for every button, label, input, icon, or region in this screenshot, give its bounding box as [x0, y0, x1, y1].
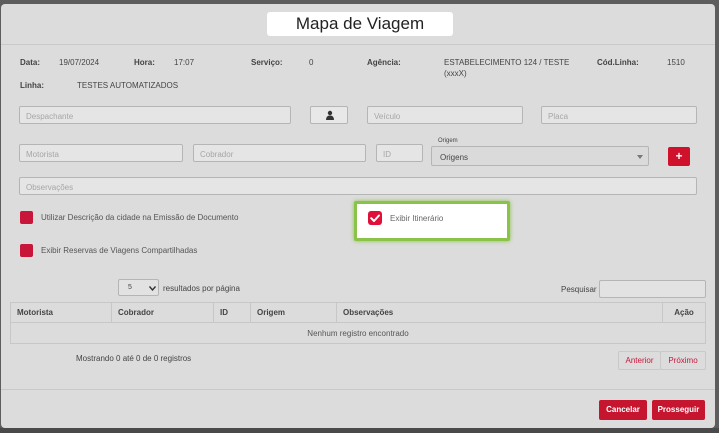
utilizar-descricao-label: Utilizar Descrição da cidade na Emissão … — [41, 213, 239, 222]
modal-title: Mapa de Viagem — [267, 12, 453, 36]
hora-value: 17:07 — [174, 58, 195, 67]
despachante-input[interactable]: Despachante — [19, 106, 291, 124]
column-header-origem[interactable]: Origem — [250, 302, 337, 323]
servico-value: 0 — [309, 58, 314, 67]
data-label: Data: — [20, 58, 41, 67]
page-size-value: 5 — [128, 284, 132, 291]
records-table: Motorista Cobrador ID Origem Observações… — [10, 302, 706, 344]
veiculo-input[interactable]: Veículo — [367, 106, 523, 124]
cancel-button[interactable]: Cancelar — [599, 400, 647, 420]
column-header-acao[interactable]: Ação — [662, 302, 706, 323]
placa-input[interactable]: Placa — [541, 106, 697, 124]
search-input[interactable] — [599, 280, 706, 298]
checkmark-icon — [370, 214, 380, 222]
linha-value: TESTES AUTOMATIZADOS — [77, 81, 179, 90]
per-page-label: resultados por página — [163, 284, 240, 293]
caret-down-icon — [637, 155, 643, 159]
column-header-motorista[interactable]: Motorista — [10, 302, 112, 323]
person-button[interactable] — [310, 106, 348, 124]
servico-label: Serviço: — [251, 58, 283, 67]
search-label: Pesquisar — [561, 285, 597, 294]
background-page-strip — [0, 428, 719, 433]
agencia-label: Agência: — [367, 58, 401, 67]
column-header-cobrador[interactable]: Cobrador — [111, 302, 214, 323]
exibir-reservas-checkbox[interactable] — [20, 244, 33, 257]
page-size-select[interactable]: 5 — [118, 279, 159, 296]
modal-dialog: Mapa de Viagem Data: 19/07/2024 Hora: 17… — [1, 4, 715, 428]
column-header-id[interactable]: ID — [213, 302, 251, 323]
title-divider — [1, 44, 715, 45]
next-page-button[interactable]: Próximo — [660, 351, 706, 370]
origem-selected-value: Origens — [440, 153, 469, 162]
person-icon — [326, 110, 334, 120]
exibir-itinerario-label: Exibir Itinerário — [390, 214, 444, 223]
origem-select[interactable]: Origens — [431, 146, 649, 166]
origem-label: Origem — [438, 138, 458, 144]
records-info: Mostrando 0 até 0 de 0 registros — [76, 354, 192, 363]
agencia-value: ESTABELECIMENTO 124 / TESTE — [444, 58, 570, 67]
add-button[interactable]: + — [668, 147, 690, 166]
previous-page-button[interactable]: Anterior — [618, 351, 661, 370]
linha-label: Linha: — [20, 81, 44, 90]
table-row: Nenhum registro encontrado — [10, 322, 706, 344]
exibir-itinerario-checkbox[interactable] — [368, 211, 382, 225]
proceed-button[interactable]: Prosseguir — [652, 400, 705, 420]
observacoes-input[interactable]: Observações — [19, 177, 697, 195]
codlinha-value: 1510 — [667, 58, 685, 67]
agencia-value-code: (xxxX) — [444, 69, 467, 78]
cobrador-input[interactable]: Cobrador — [193, 144, 366, 162]
codlinha-label: Cód.Linha: — [597, 58, 639, 67]
empty-message: Nenhum registro encontrado — [10, 322, 706, 344]
hora-label: Hora: — [134, 58, 155, 67]
chevron-down-icon — [149, 286, 156, 291]
motorista-input[interactable]: Motorista — [19, 144, 183, 162]
id-input[interactable]: ID — [376, 144, 423, 162]
exibir-reservas-label: Exibir Reservas de Viagens Compartilhada… — [41, 246, 198, 255]
footer-divider — [1, 389, 715, 390]
data-value: 19/07/2024 — [59, 58, 100, 67]
column-header-observacoes[interactable]: Observações — [336, 302, 663, 323]
table-header-row: Motorista Cobrador ID Origem Observações… — [10, 302, 706, 323]
utilizar-descricao-checkbox[interactable] — [20, 211, 33, 224]
